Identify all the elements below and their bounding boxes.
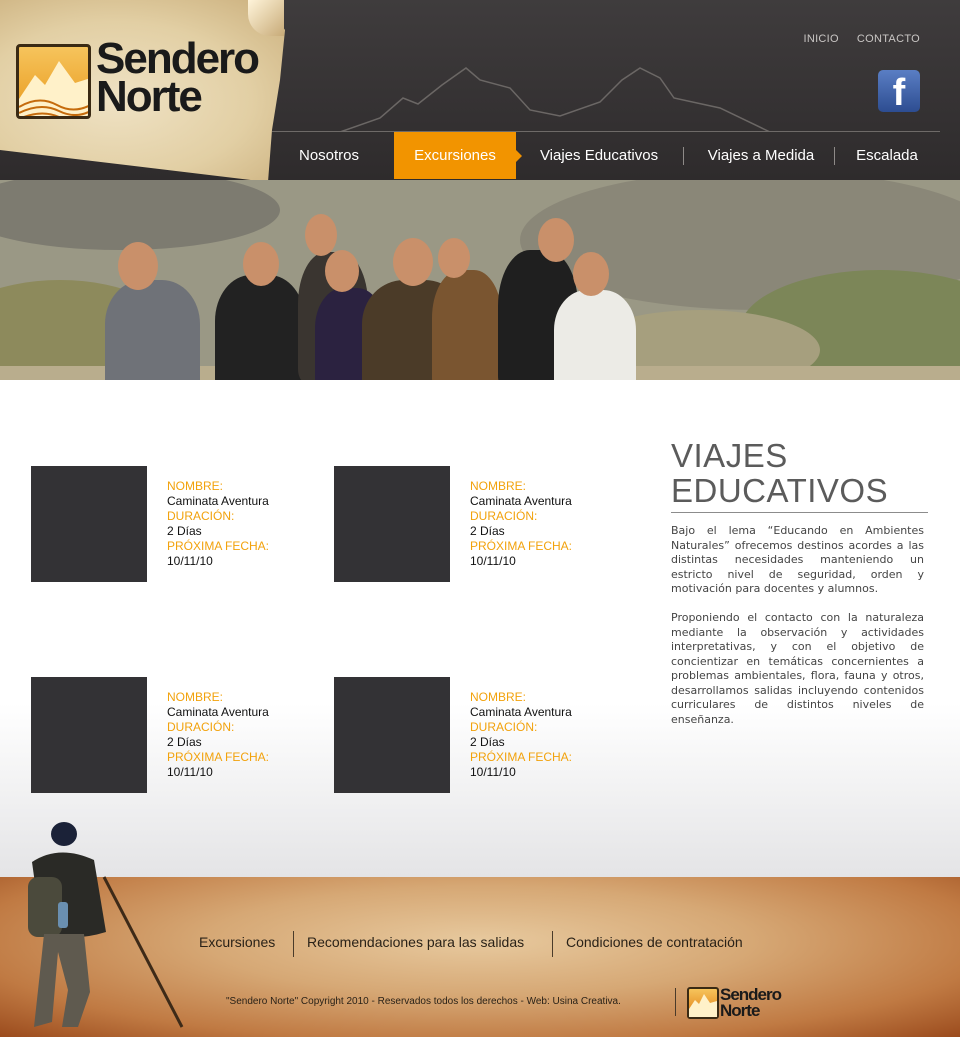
excursion-thumbnail[interactable]	[334, 677, 450, 793]
footer-link-recomendaciones[interactable]: Recomendaciones para las salidas	[307, 934, 524, 950]
hiker-head	[243, 242, 279, 286]
duration-value: 2 Días	[167, 524, 202, 538]
hiker-person	[105, 280, 200, 380]
footer-brand-line2: Norte	[720, 1001, 760, 1020]
nav-item-viajes-educativos[interactable]: Viajes Educativos	[530, 132, 668, 179]
hiker-head	[538, 218, 574, 262]
duration-label: DURACIÓN:	[167, 720, 235, 734]
top-links: INICIO CONTACTO	[803, 33, 920, 45]
excursion-thumbnail[interactable]	[334, 466, 450, 582]
title-divider	[671, 512, 928, 513]
duration-label: DURACIÓN:	[167, 509, 235, 523]
date-value: 10/11/10	[167, 554, 213, 568]
brand-name[interactable]: Sendero Norte	[96, 37, 260, 121]
excursion-info: NOMBRE: Caminata Aventura DURACIÓN: 2 Dí…	[167, 479, 269, 569]
description-paragraph-2: Proponiendo el contacto con la naturalez…	[671, 611, 924, 726]
name-label: NOMBRE:	[167, 479, 224, 493]
hiker-head	[118, 242, 158, 290]
nav-item-excursiones[interactable]: Excursiones	[394, 132, 516, 179]
hiker-person	[432, 270, 502, 380]
duration-value: 2 Días	[470, 735, 505, 749]
nav-active-arrow	[516, 150, 522, 162]
page-title-line2: EDUCATIVOS	[671, 472, 889, 509]
date-label: PRÓXIMA FECHA:	[167, 750, 270, 764]
duration-value: 2 Días	[167, 735, 202, 749]
nav-separator	[834, 147, 835, 165]
excursion-info: NOMBRE: Caminata Aventura DURACIÓN: 2 Dí…	[470, 690, 572, 780]
date-label: PRÓXIMA FECHA:	[470, 539, 573, 553]
hiker-person	[554, 290, 636, 380]
footer-separator	[675, 988, 676, 1016]
date-label: PRÓXIMA FECHA:	[167, 539, 270, 553]
footer-link-condiciones[interactable]: Condiciones de contratación	[566, 934, 743, 950]
nav-separator	[683, 147, 684, 165]
hiker-head	[573, 252, 609, 296]
top-link-contacto[interactable]: CONTACTO	[857, 33, 920, 45]
date-label: PRÓXIMA FECHA:	[470, 750, 573, 764]
footer-logo-icon[interactable]	[687, 987, 719, 1019]
excursion-info: NOMBRE: Caminata Aventura DURACIÓN: 2 Dí…	[470, 479, 572, 569]
excursion-thumbnail[interactable]	[31, 466, 147, 582]
footer-link-excursiones[interactable]: Excursiones	[199, 934, 275, 950]
name-value: Caminata Aventura	[470, 494, 572, 508]
date-value: 10/11/10	[470, 765, 516, 779]
footer-separator	[552, 931, 553, 957]
footer-brand-name[interactable]: Sendero Norte	[720, 986, 782, 1020]
nav-item-escalada[interactable]: Escalada	[843, 132, 931, 179]
name-label: NOMBRE:	[167, 690, 224, 704]
description-paragraph-1: Bajo el lema “Educando en Ambientes Natu…	[671, 524, 924, 595]
duration-label: DURACIÓN:	[470, 720, 538, 734]
date-value: 10/11/10	[470, 554, 516, 568]
hiker-head	[305, 214, 337, 256]
brand-name-line2: Norte	[96, 72, 203, 121]
excursion-card[interactable]: NOMBRE: Caminata Aventura DURACIÓN: 2 Dí…	[334, 466, 614, 582]
date-value: 10/11/10	[167, 765, 213, 779]
name-label: NOMBRE:	[470, 479, 527, 493]
excursion-card[interactable]: NOMBRE: Caminata Aventura DURACIÓN: 2 Dí…	[31, 677, 311, 793]
excursion-card[interactable]: NOMBRE: Caminata Aventura DURACIÓN: 2 Dí…	[334, 677, 614, 793]
excursion-thumbnail[interactable]	[31, 677, 147, 793]
name-value: Caminata Aventura	[167, 705, 269, 719]
hiker-head	[393, 238, 433, 286]
hiker-silhouette-icon	[28, 822, 184, 1028]
hiker-head	[325, 250, 359, 292]
duration-label: DURACIÓN:	[470, 509, 538, 523]
page-title: VIAJES EDUCATIVOS	[671, 438, 888, 508]
excursion-info: NOMBRE: Caminata Aventura DURACIÓN: 2 Dí…	[167, 690, 269, 780]
hiker-person	[215, 275, 305, 380]
name-value: Caminata Aventura	[167, 494, 269, 508]
hiker-head	[438, 238, 470, 278]
nav-item-nosotros[interactable]: Nosotros	[275, 132, 383, 179]
page-title-line1: VIAJES	[671, 437, 788, 474]
mountain-silhouette	[339, 67, 771, 132]
logo-icon[interactable]	[16, 44, 91, 119]
hero-photo	[0, 180, 960, 380]
name-value: Caminata Aventura	[470, 705, 572, 719]
excursion-card[interactable]: NOMBRE: Caminata Aventura DURACIÓN: 2 Dí…	[31, 466, 311, 582]
facebook-icon[interactable]: f	[878, 70, 920, 114]
top-link-inicio[interactable]: INICIO	[803, 33, 838, 45]
footer-separator	[293, 931, 294, 957]
name-label: NOMBRE:	[470, 690, 527, 704]
copyright-text: "Sendero Norte" Copyright 2010 - Reserva…	[226, 996, 621, 1007]
duration-value: 2 Días	[470, 524, 505, 538]
nav-item-viajes-a-medida[interactable]: Viajes a Medida	[693, 132, 829, 179]
